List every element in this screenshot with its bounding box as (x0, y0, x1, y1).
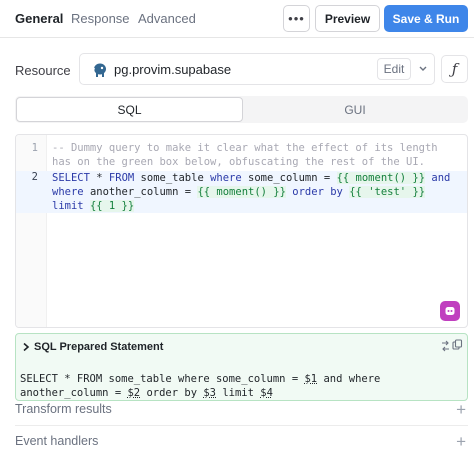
code-token: = (184, 186, 192, 198)
tab-general[interactable]: General (15, 11, 63, 26)
add-icon[interactable]: + (456, 401, 466, 418)
code-template: {{ moment() }} (336, 172, 426, 184)
save-and-run-button[interactable]: Save & Run (384, 5, 468, 32)
code-token: some_table (140, 172, 204, 184)
code-token: by (330, 186, 343, 198)
chevron-down-icon[interactable] (417, 62, 429, 76)
retool-ai-button[interactable] (440, 301, 460, 321)
code-token: and (431, 172, 451, 184)
tab-advanced[interactable]: Advanced (138, 11, 196, 26)
code-token: * (96, 172, 103, 184)
prepared-statement-code: SELECT * FROM some_table where some_colu… (20, 372, 380, 400)
line-number: 2 (31, 171, 38, 183)
code-token: {{ (349, 186, 362, 198)
function-icon: ƒ (451, 60, 458, 78)
tab-response[interactable]: Response (71, 11, 130, 26)
postgres-elephant-icon (93, 63, 106, 77)
code-token: = (323, 172, 331, 184)
transform-results-section[interactable]: Transform results + (15, 400, 468, 420)
prepared-text: limit (216, 387, 261, 399)
code-template: {{ 'test' }} (349, 186, 426, 198)
code-line: limit {{ 1 }} (52, 199, 135, 213)
code-token: limit (52, 200, 84, 212)
resource-name: pg.provim.supabase (114, 62, 232, 77)
code-token: order (292, 186, 324, 198)
prepared-text: and where (317, 373, 381, 385)
add-icon[interactable]: + (456, 433, 466, 450)
code-token: some_column (248, 172, 318, 184)
code-line: where another_column = {{ moment() }} or… (52, 185, 426, 199)
code-string: 'test' (368, 186, 407, 198)
code-line: SELECT * FROM some_table where some_colu… (52, 171, 450, 185)
sql-code-editor[interactable]: 1 2 -- Dummy query to make it clear what… (15, 134, 468, 328)
prepared-text: another_column = (20, 387, 128, 399)
retool-ai-icon (445, 307, 455, 315)
edit-resource-button[interactable]: Edit (377, 58, 411, 80)
code-comment-line: has on the green box below, obfuscating … (52, 156, 425, 168)
prepared-param[interactable]: $1 (304, 373, 317, 385)
resource-select[interactable]: pg.provim.supabase Edit (79, 53, 435, 85)
code-token: FROM (108, 172, 135, 184)
code-token: }} (412, 186, 426, 198)
code-token: where (52, 186, 84, 198)
section-label: Event handlers (15, 434, 99, 448)
more-options-button[interactable]: ••• (283, 5, 310, 32)
mode-toggle: SQL GUI (15, 96, 468, 123)
prepared-statement-panel: SQL Prepared Statement SELECT * FROM som… (15, 333, 468, 401)
preview-button[interactable]: Preview (315, 5, 380, 32)
section-label: Transform results (15, 402, 112, 416)
toggle-gui[interactable]: GUI (243, 97, 467, 122)
prepared-statement-title[interactable]: SQL Prepared Statement (34, 341, 163, 353)
chevron-right-icon[interactable] (21, 342, 31, 352)
prepared-text: SELECT * FROM some_table where some_colu… (20, 373, 305, 385)
prepared-param[interactable]: $3 (203, 387, 216, 399)
prepared-text: order by (140, 387, 204, 399)
code-template: {{ 1 }} (89, 200, 135, 212)
section-divider (15, 425, 468, 426)
prepared-param[interactable]: $2 (127, 387, 140, 399)
code-token: another_column (89, 186, 179, 198)
prepared-param[interactable]: $4 (260, 387, 273, 399)
ellipsis-icon: ••• (288, 11, 305, 26)
editor-gutter (16, 135, 47, 327)
code-token: where (210, 172, 242, 184)
code-token: SELECT (52, 172, 90, 184)
toggle-sql[interactable]: SQL (16, 97, 243, 122)
line-number: 1 (31, 142, 38, 154)
code-comment-line: -- Dummy query to make it clear what the… (52, 142, 438, 154)
resource-label: Resource (15, 63, 71, 78)
top-tab-bar: General Response Advanced ••• Preview Sa… (0, 0, 474, 38)
event-handlers-section[interactable]: Event handlers + (15, 432, 468, 452)
swap-copy-icon[interactable] (441, 339, 463, 353)
code-template: {{ moment() }} (197, 186, 286, 198)
function-button[interactable]: ƒ (441, 55, 468, 83)
